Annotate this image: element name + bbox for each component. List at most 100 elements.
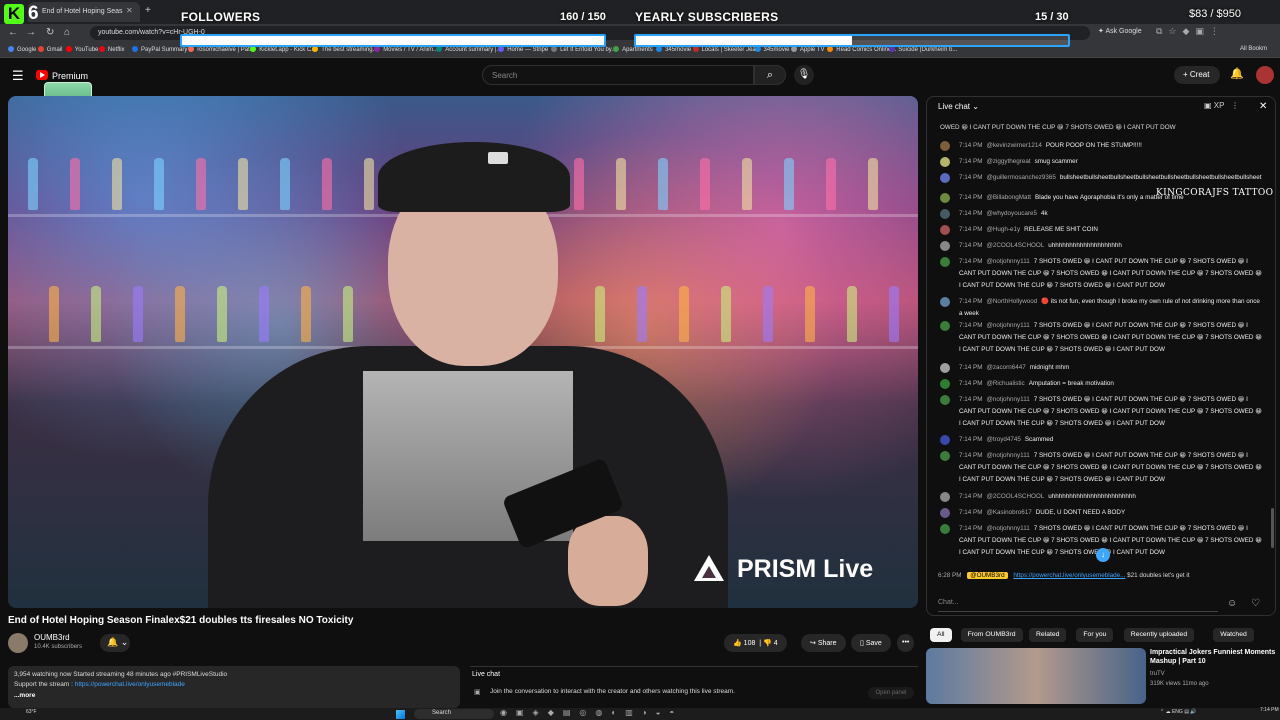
- description-link[interactable]: https://powerchat.live/onlyusemeblade: [75, 681, 185, 688]
- chat-author-avatar[interactable]: [940, 492, 950, 502]
- chat-author-avatar[interactable]: [940, 241, 950, 251]
- bookmark-item[interactable]: Apple TV: [790, 46, 824, 53]
- chat-author[interactable]: @notjohnny111: [986, 258, 1029, 265]
- pinned-link[interactable]: https://powerchat.live/onlyusemeblade...: [1013, 572, 1125, 579]
- bookmark-item[interactable]: Google: [8, 46, 36, 53]
- chat-author[interactable]: @ziggythegreat: [986, 158, 1030, 165]
- chat-author[interactable]: @NorthHollywood: [986, 298, 1037, 305]
- chat-message[interactable]: 7:14 PM @Richualistic Amputation = break m…: [940, 378, 1264, 390]
- bookmark-item[interactable]: Movies / TV / Anim...: [374, 46, 438, 53]
- chat-message[interactable]: 7:14 PM @guillermosanchez9365 bullsheetbul…: [940, 172, 1264, 184]
- open-panel-button[interactable]: Open panel: [868, 687, 914, 699]
- youtube-premium-label[interactable]: Premium: [52, 71, 88, 81]
- account-avatar[interactable]: [1256, 66, 1274, 84]
- search-button[interactable]: ⌕: [754, 65, 786, 85]
- chat-message[interactable]: 7:14 PM @NorthHollywood 🔴 its not fun, eve…: [940, 296, 1264, 320]
- chat-message[interactable]: 7:14 PM @ziggythegreat smug scammer: [940, 156, 1264, 168]
- video-player[interactable]: [8, 96, 918, 608]
- chat-message[interactable]: 7:14 PM @kevinzwirner1214 POUR POOP ON THE…: [940, 140, 1264, 152]
- bookmark-item[interactable]: 345movie: [656, 46, 691, 53]
- chat-author-avatar[interactable]: [940, 173, 950, 183]
- chat-author-avatar[interactable]: [940, 297, 950, 307]
- home-icon[interactable]: ⌂: [64, 27, 70, 38]
- bookmark-item[interactable]: Gmail: [37, 46, 62, 53]
- chat-author-avatar[interactable]: [940, 363, 950, 373]
- voice-search-button[interactable]: 🎙: [794, 65, 814, 85]
- filter-chip[interactable]: Watched: [1213, 628, 1254, 642]
- chat-author-avatar[interactable]: [940, 379, 950, 389]
- filter-chip[interactable]: From OUMB3rd: [960, 628, 1023, 642]
- bookmark-item[interactable]: 345movie: [754, 46, 790, 53]
- chat-scrollbar[interactable]: [1271, 508, 1274, 548]
- taskbar-app-icons[interactable]: ◉▣◈◆▤◎◍◐▥◑◒◓: [500, 708, 683, 717]
- filter-chip[interactable]: Related: [1029, 628, 1067, 642]
- tab-close-icon[interactable]: ✕: [126, 6, 133, 15]
- bookmark-item[interactable]: Suicide (Durkheim b...: [889, 46, 957, 53]
- forward-icon[interactable]: →: [26, 27, 36, 38]
- channel-avatar[interactable]: [8, 633, 28, 653]
- chat-author[interactable]: @BillabongMatt: [986, 194, 1031, 201]
- chat-author-avatar[interactable]: [940, 193, 950, 203]
- bookmark-item[interactable]: The best streaming...: [312, 46, 378, 53]
- bookmark-item[interactable]: YouTube: [65, 46, 98, 53]
- related-video-thumbnail[interactable]: [926, 648, 1146, 704]
- chat-author-avatar[interactable]: [940, 321, 950, 331]
- chat-author[interactable]: @notjohnny111: [986, 396, 1029, 403]
- chat-author-avatar[interactable]: [940, 209, 950, 219]
- subscription-bell-button[interactable]: 🔔 ⌄: [100, 634, 130, 652]
- chat-author-avatar[interactable]: [940, 508, 950, 518]
- bookmark-item[interactable]: Home — Stripe: [498, 46, 548, 53]
- close-chat-icon[interactable]: ✕: [1259, 101, 1267, 112]
- chat-author-avatar[interactable]: [940, 257, 950, 267]
- extension-icons[interactable]: ⧉☆◆▣⋮: [1156, 26, 1225, 37]
- chat-author-avatar[interactable]: [940, 435, 950, 445]
- chat-author[interactable]: @Richualistic: [986, 380, 1024, 387]
- channel-name[interactable]: OUMB3rd: [34, 633, 70, 642]
- create-button[interactable]: + Creat: [1174, 66, 1220, 84]
- chat-message[interactable]: 7:14 PM @notjohnny111 7 SHOTS OWED 😀 I CAN…: [940, 394, 1264, 430]
- search-input[interactable]: Search: [482, 65, 754, 85]
- taskbar-search[interactable]: Search: [414, 709, 494, 719]
- filter-chip[interactable]: For you: [1076, 628, 1114, 642]
- chat-author[interactable]: @2COOL4SCHOOL: [986, 242, 1044, 249]
- chat-author-avatar[interactable]: [940, 141, 950, 151]
- chat-author[interactable]: @troyd4745: [986, 436, 1020, 443]
- system-tray[interactable]: ⌃ ☁ ENG ▤ 🔊: [1160, 709, 1197, 715]
- save-button[interactable]: ▯ Save: [851, 634, 891, 652]
- chat-message[interactable]: 7:14 PM @notjohnny111 7 SHOTS OWED 😀 I CAN…: [940, 256, 1264, 292]
- related-video-channel[interactable]: truTV: [1150, 671, 1165, 677]
- bookmark-item[interactable]: Account summary |...: [436, 46, 501, 53]
- live-chat-header-dropdown[interactable]: Live chat ⌄: [938, 102, 979, 111]
- chat-author[interactable]: @Hugh-e1y: [986, 226, 1020, 233]
- bookmark-item[interactable]: Kicklet.app - Kick C...: [250, 46, 316, 53]
- bookmark-item[interactable]: Netflix: [98, 46, 125, 53]
- hamburger-menu-icon[interactable]: ☰: [12, 68, 24, 84]
- chat-author[interactable]: @Kasinobro617: [986, 509, 1031, 516]
- windows-start-icon[interactable]: [396, 710, 405, 719]
- chat-message[interactable]: 7:14 PM @troyd4745 Scammed: [940, 434, 1264, 446]
- related-video-title[interactable]: Impractical Jokers Funniest Moments Mash…: [1150, 648, 1276, 666]
- heart-icon[interactable]: ♡: [1251, 598, 1260, 609]
- bookmark-item[interactable]: Let It Enfold You by...: [551, 46, 616, 53]
- all-bookmarks-button[interactable]: All Bookm: [1240, 46, 1267, 52]
- chat-xp-badge[interactable]: ▣ XP ⋮: [1204, 101, 1239, 110]
- chat-message[interactable]: 7:14 PM @notjohnny111 7 SHOTS OWED 😀 I CAN…: [940, 450, 1264, 486]
- chat-message[interactable]: 7:14 PM @notjohnny111 7 SHOTS OWED 😀 I CAN…: [940, 320, 1264, 356]
- new-tab-icon[interactable]: +: [145, 5, 151, 16]
- scroll-to-bottom-icon[interactable]: ↓: [1096, 548, 1110, 562]
- more-actions-button[interactable]: •••: [897, 634, 915, 652]
- emoji-icon[interactable]: ☺: [1227, 598, 1237, 609]
- chat-author-avatar[interactable]: [940, 451, 950, 461]
- bookmark-item[interactable]: Read Comics Online...: [827, 46, 896, 53]
- filter-chip[interactable]: All: [930, 628, 952, 642]
- chat-message[interactable]: 7:14 PM @Kasinobro617 DUDE, U DONT NEED A …: [940, 507, 1264, 519]
- chat-author[interactable]: @2COOL4SCHOOL: [986, 493, 1044, 500]
- weather-widget[interactable]: 63°F: [26, 709, 37, 715]
- share-button[interactable]: ↪ Share: [801, 634, 846, 652]
- chat-author[interactable]: @notjohnny111: [986, 322, 1029, 329]
- description-more-link[interactable]: ...more: [14, 692, 35, 699]
- reload-icon[interactable]: ↻: [46, 27, 54, 38]
- chat-message[interactable]: 7:14 PM @2COOL4SCHOOL uhhhhhhhhhhhhhhhhhhh…: [940, 240, 1264, 252]
- bookmark-item[interactable]: Locals | Skeeter Jean: [692, 46, 759, 53]
- chat-input[interactable]: Chat...: [938, 596, 1218, 612]
